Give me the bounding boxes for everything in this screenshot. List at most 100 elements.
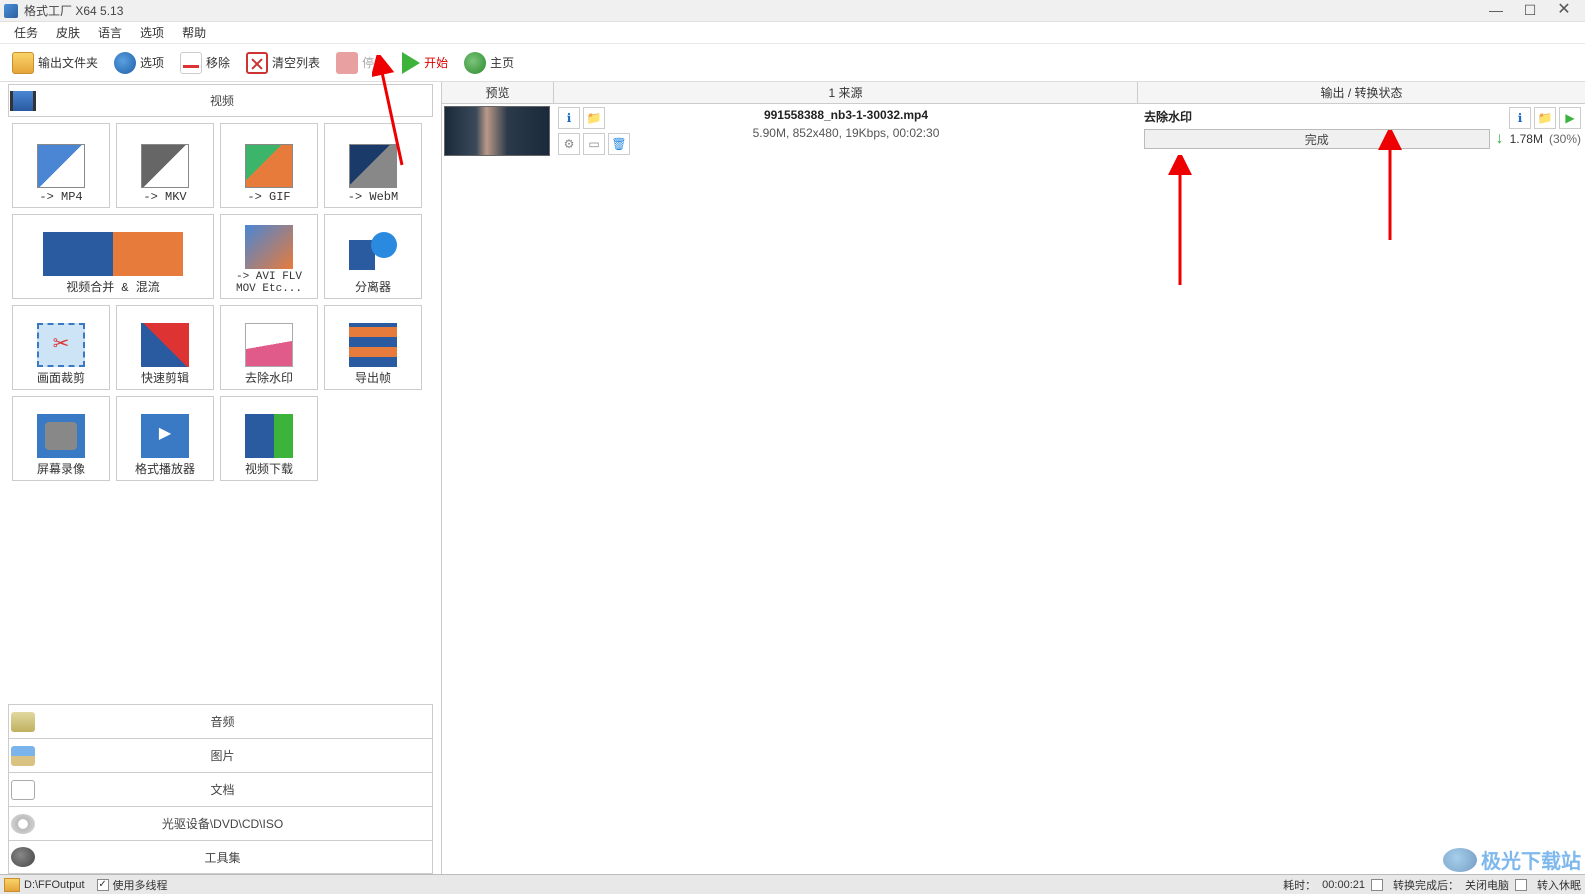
tile-crop-label: 画面裁剪 bbox=[15, 369, 107, 386]
content: 预览 1 来源 输出 / 转换状态 ℹ 📁 ⚙ ▭ 🗑 991558388_nb… bbox=[442, 82, 1585, 874]
status-cell: ℹ 📁 ▶ 去除水印 完成 ↓ 1.78M (30%) bbox=[1138, 104, 1585, 160]
source-mini-row1: ℹ 📁 bbox=[558, 107, 605, 129]
tile-gif[interactable]: -> GIF bbox=[220, 123, 318, 208]
tile-download-label: 视频下载 bbox=[223, 460, 315, 477]
tile-mkv[interactable]: -> MKV bbox=[116, 123, 214, 208]
titlebar: 格式工厂 X64 5.13 — ☐ ✕ bbox=[0, 0, 1585, 22]
sb-multithread-label: 使用多线程 bbox=[113, 877, 168, 893]
video-section-header[interactable]: 视频 bbox=[8, 84, 433, 117]
tile-download[interactable]: 视频下载 bbox=[220, 396, 318, 481]
tile-quick-label: 快速剪辑 bbox=[119, 369, 211, 386]
video-section-label: 视频 bbox=[38, 92, 432, 109]
tile-player[interactable]: 格式播放器 bbox=[116, 396, 214, 481]
tile-merge[interactable]: 视频合并 & 混流 bbox=[12, 214, 214, 299]
tile-mp4[interactable]: -> MP4 bbox=[12, 123, 110, 208]
tile-splitter[interactable]: 分离器 bbox=[324, 214, 422, 299]
picture-label: 图片 bbox=[37, 747, 432, 764]
video-grid: -> MP4 -> MKV -> GIF -> WebM 视频合并 & 混流 -… bbox=[0, 119, 441, 485]
menu-options[interactable]: 选项 bbox=[132, 22, 172, 43]
tile-frames[interactable]: 导出帧 bbox=[324, 305, 422, 390]
sb-after-label: 转换完成后： bbox=[1393, 877, 1459, 893]
info-icon[interactable]: ℹ bbox=[558, 107, 580, 129]
range-icon[interactable]: ▭ bbox=[583, 133, 605, 155]
stop-label: 停止 bbox=[362, 54, 386, 71]
col-status[interactable]: 输出 / 转换状态 bbox=[1138, 82, 1585, 103]
sb-elapsed-label: 耗时： bbox=[1283, 877, 1316, 893]
tools-section[interactable]: 工具集 bbox=[8, 840, 433, 874]
output-folder-button[interactable]: 输出文件夹 bbox=[4, 47, 106, 79]
download-arrow-icon: ↓ bbox=[1496, 130, 1504, 148]
sb-after-checkbox[interactable] bbox=[1371, 879, 1383, 891]
tile-frames-label: 导出帧 bbox=[327, 369, 419, 386]
tile-crop[interactable]: 画面裁剪 bbox=[12, 305, 110, 390]
crop-icon bbox=[37, 323, 85, 367]
column-headers: 预览 1 来源 输出 / 转换状态 bbox=[442, 82, 1585, 104]
tile-webm[interactable]: -> WebM bbox=[324, 123, 422, 208]
stop-icon bbox=[336, 52, 358, 74]
window-title: 格式工厂 X64 5.13 bbox=[24, 2, 1479, 19]
watermark-icon bbox=[245, 323, 293, 367]
frames-icon bbox=[349, 323, 397, 367]
audio-section[interactable]: 音频 bbox=[8, 704, 433, 738]
options-icon bbox=[114, 52, 136, 74]
tile-avi[interactable]: -> AVI FLV MOV Etc... bbox=[220, 214, 318, 299]
start-button[interactable]: 开始 bbox=[394, 47, 456, 79]
sb-multithread-checkbox[interactable]: ✓ bbox=[97, 879, 109, 891]
quick-icon bbox=[141, 323, 189, 367]
merge-icon bbox=[43, 232, 183, 276]
maximize-button[interactable]: ☐ bbox=[1513, 1, 1547, 21]
task-row[interactable]: ℹ 📁 ⚙ ▭ 🗑 991558388_nb3-1-30032.mp4 5.90… bbox=[442, 104, 1585, 160]
output-play-icon[interactable]: ▶ bbox=[1559, 107, 1581, 129]
video-icon bbox=[10, 91, 36, 111]
progress-bar: 完成 bbox=[1144, 129, 1490, 149]
open-folder-icon[interactable]: 📁 bbox=[583, 107, 605, 129]
tile-split-label: 分离器 bbox=[327, 278, 419, 295]
clear-icon bbox=[246, 52, 268, 74]
tile-merge-label: 视频合并 & 混流 bbox=[15, 278, 211, 295]
video-thumbnail[interactable] bbox=[444, 106, 550, 156]
clear-list-button[interactable]: 清空列表 bbox=[238, 47, 328, 79]
tile-watermark[interactable]: 去除水印 bbox=[220, 305, 318, 390]
stop-button[interactable]: 停止 bbox=[328, 47, 394, 79]
col-preview[interactable]: 预览 bbox=[442, 82, 554, 103]
output-info-icon[interactable]: ℹ bbox=[1509, 107, 1531, 129]
picture-section[interactable]: 图片 bbox=[8, 738, 433, 772]
document-label: 文档 bbox=[37, 781, 432, 798]
col-source[interactable]: 1 来源 bbox=[554, 82, 1138, 103]
menu-language[interactable]: 语言 bbox=[90, 22, 130, 43]
remove-button[interactable]: 移除 bbox=[172, 47, 238, 79]
close-button[interactable]: ✕ bbox=[1547, 1, 1581, 21]
tile-player-label: 格式播放器 bbox=[119, 460, 211, 477]
sb-sleep-checkbox[interactable] bbox=[1515, 879, 1527, 891]
sb-folder-icon[interactable] bbox=[4, 878, 20, 892]
menu-skin[interactable]: 皮肤 bbox=[48, 22, 88, 43]
watermark-logo-icon bbox=[1443, 848, 1477, 872]
tile-mkv-label: -> MKV bbox=[119, 190, 211, 204]
settings-icon[interactable]: ⚙ bbox=[558, 133, 580, 155]
tile-quick-cut[interactable]: 快速剪辑 bbox=[116, 305, 214, 390]
tools-icon bbox=[11, 847, 35, 867]
output-size: 1.78M bbox=[1510, 132, 1543, 146]
menu-help[interactable]: 帮助 bbox=[174, 22, 214, 43]
options-button[interactable]: 选项 bbox=[106, 47, 172, 79]
tile-record[interactable]: 屏幕录像 bbox=[12, 396, 110, 481]
minimize-button[interactable]: — bbox=[1479, 1, 1513, 21]
sb-output-path[interactable]: D:\FFOutput bbox=[24, 879, 85, 891]
home-icon bbox=[464, 52, 486, 74]
output-folder-icon[interactable]: 📁 bbox=[1534, 107, 1556, 129]
disc-label: 光驱设备\DVD\CD\ISO bbox=[37, 815, 432, 832]
gif-icon bbox=[245, 144, 293, 188]
folder-icon bbox=[12, 52, 34, 74]
progress-row: 完成 ↓ 1.78M (30%) bbox=[1144, 129, 1581, 149]
player-icon bbox=[141, 414, 189, 458]
menu-task[interactable]: 任务 bbox=[6, 22, 46, 43]
tile-avi-label: -> AVI FLV MOV Etc... bbox=[223, 271, 315, 295]
watermark-text: 极光下载站 bbox=[1481, 845, 1581, 874]
homepage-button[interactable]: 主页 bbox=[456, 47, 522, 79]
output-folder-label: 输出文件夹 bbox=[38, 54, 98, 71]
tile-mp4-label: -> MP4 bbox=[15, 190, 107, 204]
delete-icon[interactable]: 🗑 bbox=[608, 133, 630, 155]
disc-section[interactable]: 光驱设备\DVD\CD\ISO bbox=[8, 806, 433, 840]
options-label: 选项 bbox=[140, 54, 164, 71]
document-section[interactable]: 文档 bbox=[8, 772, 433, 806]
